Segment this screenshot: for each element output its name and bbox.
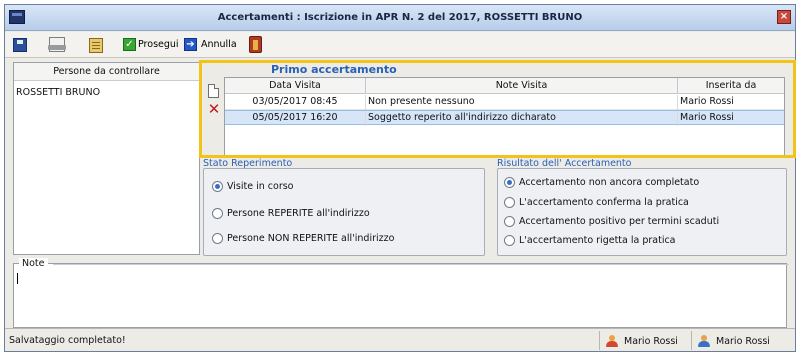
arrow-right-icon[interactable]: ➔ — [184, 38, 197, 51]
radio-button[interactable] — [212, 208, 223, 219]
checkmark-icon[interactable]: ✓ — [123, 38, 136, 51]
radio-label: L'accertamento conferma la pratica — [519, 197, 689, 208]
status-user-cell: Mario Rossi — [599, 331, 691, 350]
radio-button[interactable] — [212, 181, 223, 192]
user-icon — [606, 335, 618, 347]
radio-button[interactable] — [504, 235, 515, 246]
text-caret — [17, 273, 18, 284]
notes-icon[interactable] — [89, 38, 103, 53]
save-icon[interactable] — [13, 38, 27, 52]
radio-button[interactable] — [504, 197, 515, 208]
cancel-button[interactable]: Annulla — [201, 39, 237, 50]
radio-button[interactable] — [504, 216, 515, 227]
status-message: Salvataggio completato! — [9, 335, 126, 346]
status-user-name: Mario Rossi — [624, 336, 678, 347]
radio-label: Persone REPERITE all'indirizzo — [227, 208, 370, 219]
main-window: Accertamenti : Iscrizione in APR N. 2 de… — [4, 4, 796, 352]
toolbar: ✓ Prosegui ➔ Annulla — [5, 32, 795, 58]
radio-label: L'accertamento rigetta la pratica — [519, 235, 676, 246]
risultato-group: Accertamento non ancora completato L'acc… — [497, 168, 787, 256]
user-icon — [698, 335, 710, 347]
proceed-button[interactable]: Prosegui — [138, 39, 179, 50]
status-user-cell: Mario Rossi — [691, 331, 791, 350]
status-user-name: Mario Rossi — [716, 336, 770, 347]
window-title: Accertamenti : Iscrizione in APR N. 2 de… — [217, 12, 583, 23]
notes-field[interactable] — [13, 263, 787, 328]
persons-list: Persone da controllare ROSSETTI BRUNO — [13, 62, 200, 255]
radio-label: Accertamento positivo per termini scadut… — [519, 216, 720, 227]
title-bar: Accertamenti : Iscrizione in APR N. 2 de… — [5, 5, 795, 31]
print-icon[interactable] — [48, 37, 66, 52]
radio-label: Accertamento non ancora completato — [519, 177, 700, 188]
exit-door-icon[interactable] — [249, 36, 262, 53]
list-item[interactable]: ROSSETTI BRUNO — [14, 81, 199, 98]
persons-list-header: Persone da controllare — [14, 63, 199, 81]
notes-label: Note — [19, 258, 776, 269]
highlight-frame — [199, 60, 796, 158]
radio-button[interactable] — [504, 177, 515, 188]
radio-button[interactable] — [212, 233, 223, 244]
stato-group: Visite in corso Persone REPERITE all'ind… — [203, 168, 485, 256]
close-button[interactable]: × — [777, 10, 791, 24]
radio-label: Visite in corso — [227, 181, 294, 192]
radio-label: Persone NON REPERITE all'indirizzo — [227, 233, 395, 244]
status-bar: Salvataggio completato! Mario Rossi Mari… — [5, 328, 795, 351]
